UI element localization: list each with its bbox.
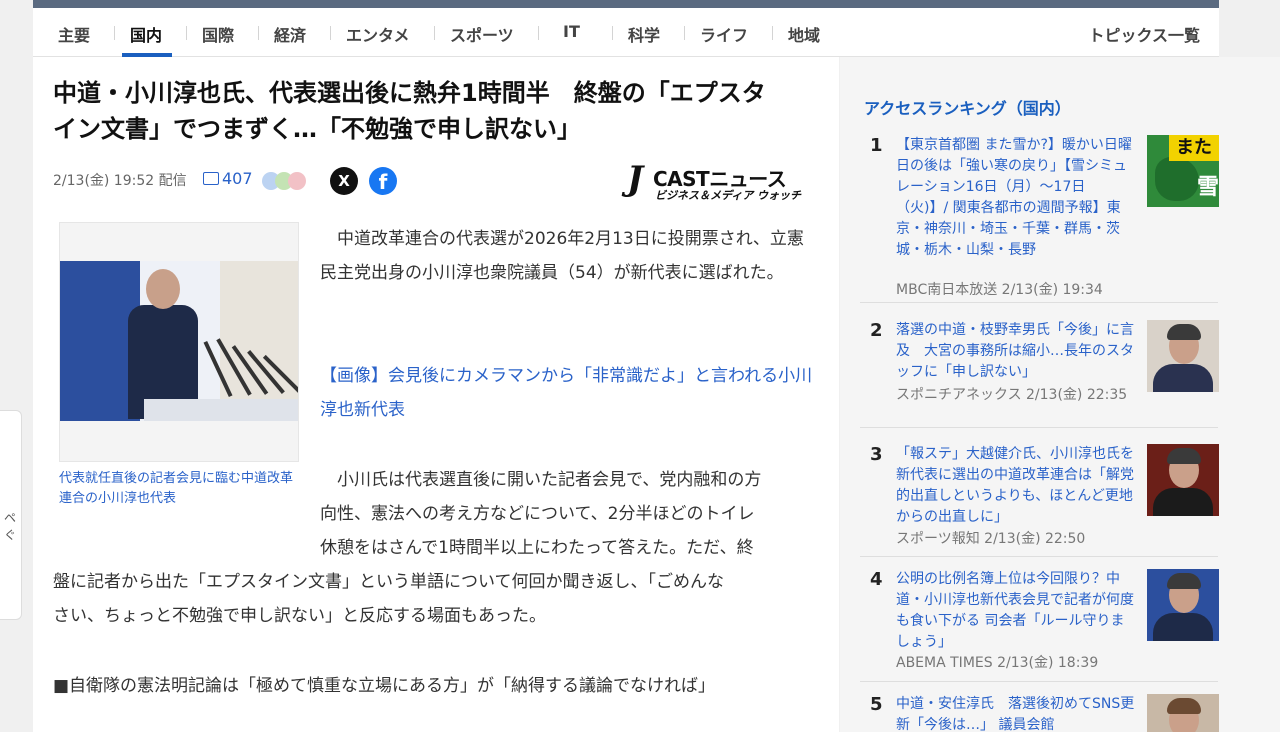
speaker-figure xyxy=(128,269,198,419)
nav-item-life[interactable]: ライフ xyxy=(700,22,748,46)
publish-date: 2/13(金) 19:52 配信 xyxy=(53,173,187,189)
jcast-news-logo[interactable]: J CASTニュース ビジネス＆メディア ウォッチ xyxy=(627,159,817,203)
nav-separator xyxy=(772,26,773,40)
article-paragraph-2: 小川氏は代表選直後に開いた記者会見で、党内融和の方 向性、憲法への考え方などにつ… xyxy=(53,463,820,633)
paragraph-line: 盤に記者から出た「エプスタイン文書」という単語について何回か聞き返し、「ごめんな xyxy=(53,572,724,592)
ranking-item[interactable]: 2 落選の中道・枝野幸男氏「今後」に言及 大宮の事務所は縮小…長年のスタッフに「… xyxy=(860,320,1219,428)
ranking-item[interactable]: 5 中道・安住淳氏 落選後初めてSNS更新「今後は…」 議員会館 xyxy=(860,694,1219,732)
article: 中道・小川淳也氏、代表選出後に熱弁1時間半 終盤の「エプスタ イン文書」でつまず… xyxy=(33,57,839,732)
nav-item-sports[interactable]: スポーツ xyxy=(450,22,514,46)
nav-separator xyxy=(434,26,435,40)
ranking-thumbnail xyxy=(1147,444,1219,516)
share-x-button[interactable]: X xyxy=(330,167,358,195)
ranking-item-title: 中道・安住淳氏 落選後初めてSNS更新「今後は…」 議員会館 xyxy=(896,696,1135,732)
ranking-item-source: スポーツ報知 2/13(金) 22:50 xyxy=(896,531,1086,547)
thumbnail-caption: 雪 xyxy=(1197,175,1219,200)
rank-number: 1 xyxy=(870,135,883,156)
headline-line-2: イン文書」でつまずく…「不勉強で申し訳ない」 xyxy=(53,115,581,143)
share-facebook-button[interactable]: f xyxy=(369,167,397,195)
section-heading: ■自衛隊の憲法明記論は「極めて慎重な立場にある方」が「納得する議論でなければ」 xyxy=(53,676,716,696)
ranking-thumbnail: また 雪 xyxy=(1147,135,1219,207)
nav-separator xyxy=(330,26,331,40)
paragraph-line: 向性、憲法への考え方などについて、2分半ほどのトイレ xyxy=(320,504,755,524)
rank-number: 3 xyxy=(870,444,883,465)
comment-icon xyxy=(203,172,219,185)
ranking-item-title: 【東京首都圏 また雪か?】暖かい日曜日の後は「強い寒の戻り」【雪シミュレーション… xyxy=(896,137,1132,258)
headline-line-1: 中道・小川淳也氏、代表選出後に熱弁1時間半 終盤の「エプスタ xyxy=(53,79,766,107)
ranking-item-source: ABEMA TIMES 2/13(金) 18:39 xyxy=(896,655,1099,671)
image-gallery-link[interactable]: 【画像】会見後にカメラマンから「非常識だよ」と言われる小川淳也新代表 xyxy=(320,359,820,427)
nav-item-entertainment[interactable]: エンタメ xyxy=(346,22,410,46)
category-nav: 主要 国内 国際 経済 エンタメ スポーツ IT 科学 ライフ 地域 トピックス… xyxy=(33,8,1219,57)
ranking-thumbnail xyxy=(1147,320,1219,392)
comment-count-link[interactable]: 407 xyxy=(203,169,253,188)
nav-item-region[interactable]: 地域 xyxy=(788,22,820,46)
rank-number: 2 xyxy=(870,320,883,341)
nav-item-it[interactable]: IT xyxy=(563,22,580,41)
rank-number: 4 xyxy=(870,569,883,590)
article-paragraph-1: 中道改革連合の代表選が2026年2月13日に投開票され、立憲民主党出身の小川淳也… xyxy=(320,229,804,283)
nav-separator xyxy=(538,26,539,40)
nav-separator xyxy=(684,26,685,40)
nav-item-main[interactable]: 主要 xyxy=(58,22,90,46)
nav-separator xyxy=(258,26,259,40)
logo-initial: J xyxy=(627,159,644,199)
rank-number: 5 xyxy=(870,694,883,715)
nav-item-international[interactable]: 国際 xyxy=(202,22,234,46)
nav-item-economy[interactable]: 経済 xyxy=(274,22,306,46)
comment-count: 407 xyxy=(222,169,253,188)
ranking-item-source: MBC南日本放送 2/13(金) 19:34 xyxy=(896,282,1103,298)
ranking-thumbnail xyxy=(1147,569,1219,641)
ranking-item-title: 落選の中道・枝野幸男氏「今後」に言及 大宮の事務所は縮小…長年のスタッフに「申し… xyxy=(896,322,1134,380)
nav-separator xyxy=(114,26,115,40)
ranking-item-title: 公明の比例名簿上位は今回限り？中道・小川淳也新代表会見で記者が何度も食い下がる … xyxy=(896,571,1134,650)
paragraph-line: 小川氏は代表選直後に開いた記者会見で、党内融和の方 xyxy=(320,470,762,490)
thumbnail-caption: また xyxy=(1169,135,1219,161)
top-brand-strip xyxy=(33,0,1219,8)
paragraph-line: さい、ちょっと不勉強で申し訳ない」と反応する場面もあった。 xyxy=(53,606,546,626)
microphones xyxy=(203,331,298,401)
ranking-item[interactable]: 3 「報ステ」大越健介氏、小川淳也氏を新代表に選出の中道改革連合は「解党的出直し… xyxy=(860,444,1219,557)
article-headline: 中道・小川淳也氏、代表選出後に熱弁1時間半 終盤の「エプスタ イン文書」でつまず… xyxy=(53,75,823,147)
nav-separator xyxy=(612,26,613,40)
ranking-item[interactable]: 1 【東京首都圏 また雪か?】暖かい日曜日の後は「強い寒の戻り」【雪シミュレーシ… xyxy=(860,135,1219,303)
side-floating-tab[interactable]: ペぐ xyxy=(0,410,22,620)
ranking-item[interactable]: 4 公明の比例名簿上位は今回限り？中道・小川淳也新代表会見で記者が何度も食い下が… xyxy=(860,569,1219,682)
ranking-thumbnail xyxy=(1147,694,1219,732)
ranking-item-title: 「報ステ」大越健介氏、小川淳也氏を新代表に選出の中道改革連合は「解党的出直しとい… xyxy=(896,446,1134,525)
ranking-item-source: スポニチアネックス 2/13(金) 22:35 xyxy=(896,387,1128,403)
nav-item-domestic[interactable]: 国内 xyxy=(130,22,162,46)
paragraph-line: 休憩をはさんで1時間半以上にわたって答えた。ただ、終 xyxy=(320,538,754,558)
side-tab-label: ペぐ xyxy=(4,511,17,542)
logo-subtitle: ビジネス＆メディア ウォッチ xyxy=(655,189,802,202)
topics-list-link[interactable]: トピックス一覧 xyxy=(1088,22,1200,46)
nav-separator xyxy=(186,26,187,40)
nav-item-science[interactable]: 科学 xyxy=(628,22,660,46)
article-meta: 2/13(金) 19:52 配信 407 X f J CASTニュース ビジネス… xyxy=(53,159,823,202)
ranking-title: アクセスランキング（国内） xyxy=(864,99,1071,118)
reaction-face-icon xyxy=(288,172,306,190)
access-ranking-sidebar: アクセスランキング（国内） 1 【東京首都圏 また雪か?】暖かい日曜日の後は「強… xyxy=(840,57,1280,732)
press-conference-image xyxy=(60,261,298,421)
article-photo[interactable] xyxy=(59,222,299,462)
